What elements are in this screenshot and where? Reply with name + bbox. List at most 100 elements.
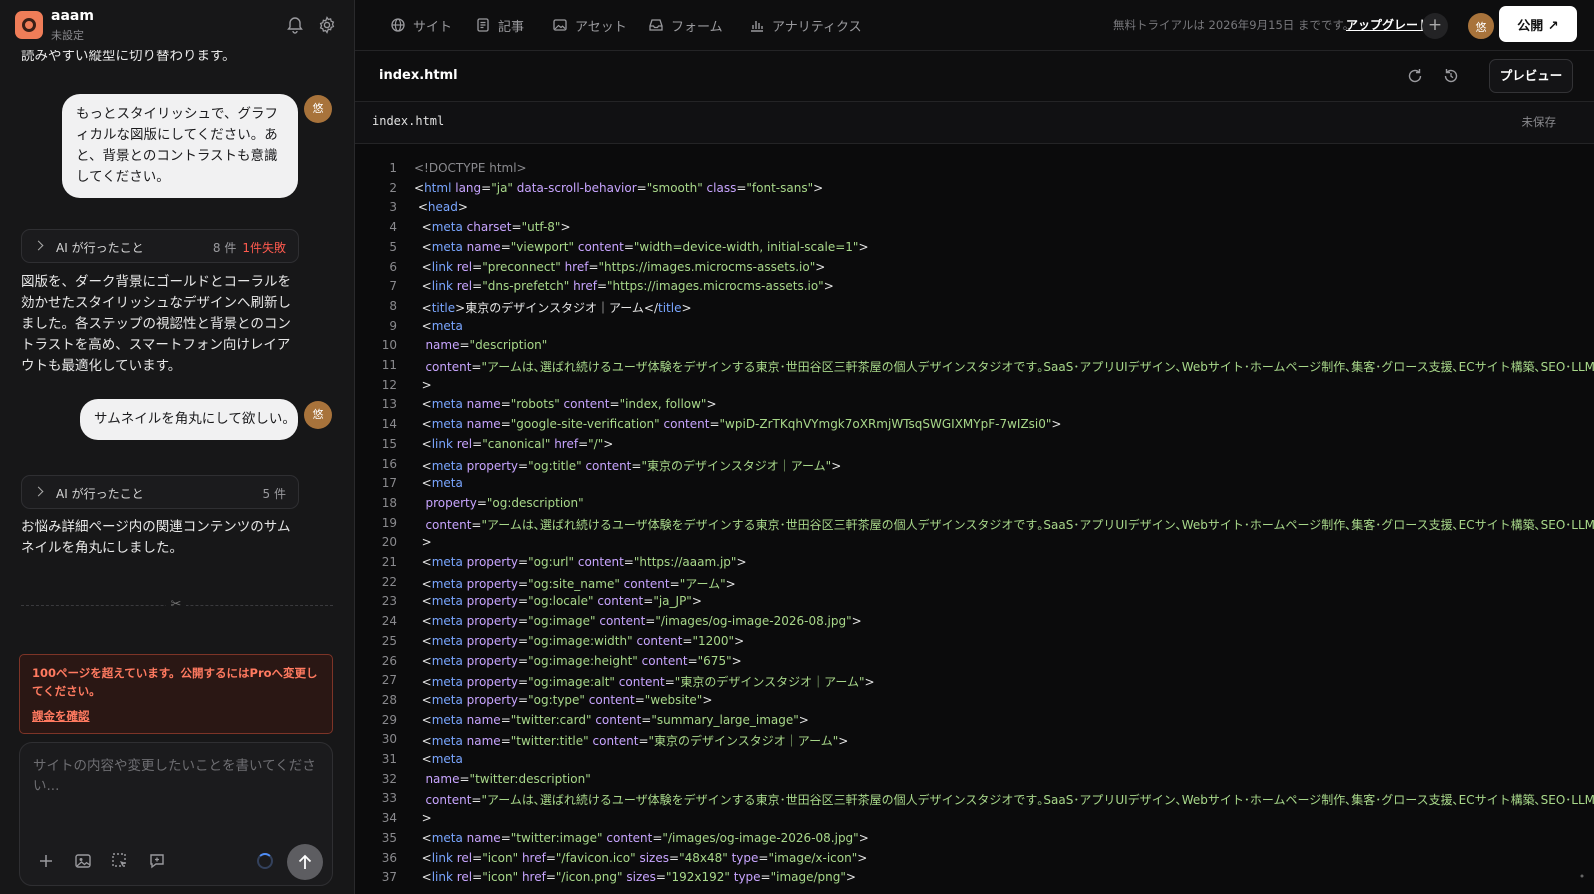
user-message: サムネイルを角丸にして欲しい。 <box>80 399 298 440</box>
code-line: name="twitter:description" <box>425 771 591 786</box>
line-number: 3 <box>389 200 397 215</box>
nav-assets[interactable]: アセット <box>552 0 627 50</box>
arrow-up-icon <box>298 854 312 869</box>
nav-articles[interactable]: 記事 <box>475 0 524 50</box>
image-icon[interactable] <box>73 851 93 871</box>
user-avatar: 悠 <box>304 401 332 429</box>
refresh-icon[interactable] <box>1405 66 1425 86</box>
code-line: <link rel="icon" href="/favicon.ico" siz… <box>414 850 868 865</box>
line-number: 34 <box>381 811 397 826</box>
add-icon[interactable] <box>36 851 56 871</box>
code-line: <title>東京のデザインスタジオ｜アーム</title> <box>414 300 692 315</box>
code-line: <meta property="og:image:width" content=… <box>414 633 745 648</box>
chevron-right-icon <box>33 240 44 251</box>
line-number: 14 <box>381 417 397 432</box>
send-button[interactable] <box>287 844 323 880</box>
ai-activity-toggle[interactable]: AI が行ったこと 8 件 1件失敗 <box>21 229 299 263</box>
preview-button[interactable]: プレビュー <box>1489 59 1573 93</box>
gear-icon[interactable] <box>317 15 337 35</box>
code-line: content="アームは､選ばれ続けるユーザ体験をデザインする東京･世田谷区三… <box>425 360 1594 374</box>
code-line: name="description" <box>425 338 548 353</box>
user-avatar[interactable]: 悠 <box>1466 11 1496 41</box>
line-number: 6 <box>389 259 397 274</box>
image-icon <box>553 19 567 31</box>
code-line: content="アームは､選ばれ続けるユーザ体験をデザインする東京･世田谷区三… <box>425 793 1594 808</box>
code-line: <meta name="viewport" content="width=dev… <box>414 239 869 254</box>
chat-input[interactable] <box>33 756 321 816</box>
ai-activity-label: AI が行ったこと <box>56 241 144 255</box>
code-line: <meta name="twitter:image" content="/ima… <box>414 830 869 845</box>
code-line: <meta <box>414 318 463 333</box>
page-limit-alert: 100ページを超えています。公開するにはProへ変更してください。 課金を確認 <box>19 654 333 734</box>
line-number: 25 <box>381 633 397 648</box>
code-line: <link rel="dns-prefetch" href="https://i… <box>414 279 834 294</box>
code-line: > <box>414 811 432 826</box>
line-number: 4 <box>389 220 397 235</box>
comment-icon[interactable] <box>147 851 167 871</box>
trial-notice: 無料トライアルは 2026年9月15日 までです。 <box>1113 18 1355 32</box>
line-number: 18 <box>381 495 397 510</box>
chat-composer <box>19 742 333 886</box>
line-number: 21 <box>381 555 397 569</box>
billing-link[interactable]: 課金を確認 <box>32 708 90 724</box>
code-line: <link rel="canonical" href="/"> <box>414 436 614 451</box>
code-line: property="og:description" <box>425 495 584 510</box>
line-number: 5 <box>389 239 397 254</box>
bell-icon[interactable] <box>285 15 305 35</box>
line-number: 31 <box>381 752 397 766</box>
code-line: <meta <box>414 752 463 766</box>
file-tab-bar: index.html 未保存 <box>355 102 1594 144</box>
history-icon[interactable] <box>1441 66 1461 86</box>
nav-site-label: サイト <box>413 19 453 35</box>
line-number: 15 <box>381 436 397 451</box>
user-message: もっとスタイリッシュで、グラフィカルな図版にしてください。あと、背景とのコントラ… <box>62 94 298 198</box>
nav-articles-label: 記事 <box>498 19 525 35</box>
publish-button[interactable]: 公開 ↗ <box>1499 6 1577 42</box>
nav-analytics[interactable]: アナリティクス <box>749 0 862 50</box>
code-line: <meta name="twitter:title" content="東京のデ… <box>414 734 849 749</box>
nav-assets-label: アセット <box>575 19 627 35</box>
line-number: 35 <box>381 830 397 845</box>
code-line: <meta name="twitter:card" content="summa… <box>414 712 809 727</box>
line-number: 24 <box>381 614 397 629</box>
dot-icon <box>1580 874 1584 878</box>
line-number: 37 <box>381 870 397 885</box>
alert-text: 100ページを超えています。公開するにはProへ変更してください。 <box>32 666 318 698</box>
assistant-message: お悩み詳細ページ内の関連コンテンツのサムネイルを角丸にしました。 <box>21 519 291 556</box>
line-number: 17 <box>381 476 397 491</box>
nav-forms[interactable]: フォーム <box>648 0 723 50</box>
code-editor[interactable]: 1 <!DOCTYPE html> 2 <html lang="ja" data-sc… <box>355 144 1594 894</box>
upgrade-link[interactable]: アップグレード <box>1346 16 1430 33</box>
line-number: 13 <box>381 397 397 412</box>
code-line: content="アームは､選ばれ続けるユーザ体験をデザインする東京･世田谷区三… <box>425 517 1594 532</box>
nav-site[interactable]: サイト <box>390 0 452 50</box>
bar-chart-icon <box>751 21 763 32</box>
line-number: 27 <box>381 673 397 688</box>
ai-activity-toggle[interactable]: AI が行ったこと 5 件 <box>21 475 299 509</box>
article-icon <box>477 18 489 32</box>
line-number: 22 <box>381 574 397 589</box>
app-logo[interactable] <box>15 11 43 39</box>
code-line: <meta property="og:type" content="websit… <box>414 692 713 707</box>
app-root: 読みやすい縦型に切り替わります。 もっとスタイリッシュで、グラフィカルな図版にし… <box>0 0 1594 894</box>
app-name[interactable]: aaam <box>51 8 94 24</box>
line-number: 11 <box>381 358 397 372</box>
invite-button[interactable]: + <box>1422 13 1448 39</box>
file-tab[interactable]: index.html <box>372 114 444 128</box>
ai-activity-label: AI が行ったこと <box>56 487 144 501</box>
save-status: 未保存 <box>1521 115 1557 129</box>
line-number: 32 <box>381 771 397 786</box>
select-element-icon[interactable] <box>110 851 130 871</box>
code-line: <link rel="icon" href="/icon.png" sizes=… <box>414 870 856 885</box>
sidebar-header: aaam 未設定 <box>0 0 354 50</box>
line-number: 10 <box>381 338 397 353</box>
code-line: <meta property="og:image:height" content… <box>414 653 742 668</box>
code-line: <meta property="og:title" content="東京のデザ… <box>414 458 842 473</box>
app-status: 未設定 <box>51 29 84 42</box>
code-line: <html lang="ja" data-scroll-behavior="sm… <box>414 180 824 195</box>
line-number: 8 <box>389 298 397 313</box>
code-line: <meta property="og:url" content="https:/… <box>414 555 747 569</box>
code-line: <meta charset="utf-8"> <box>414 220 571 235</box>
top-bar: サイト 記事 アセット フォーム アナリティクス 無料トライアルは 2026年9… <box>355 0 1594 51</box>
line-number: 29 <box>381 712 397 727</box>
